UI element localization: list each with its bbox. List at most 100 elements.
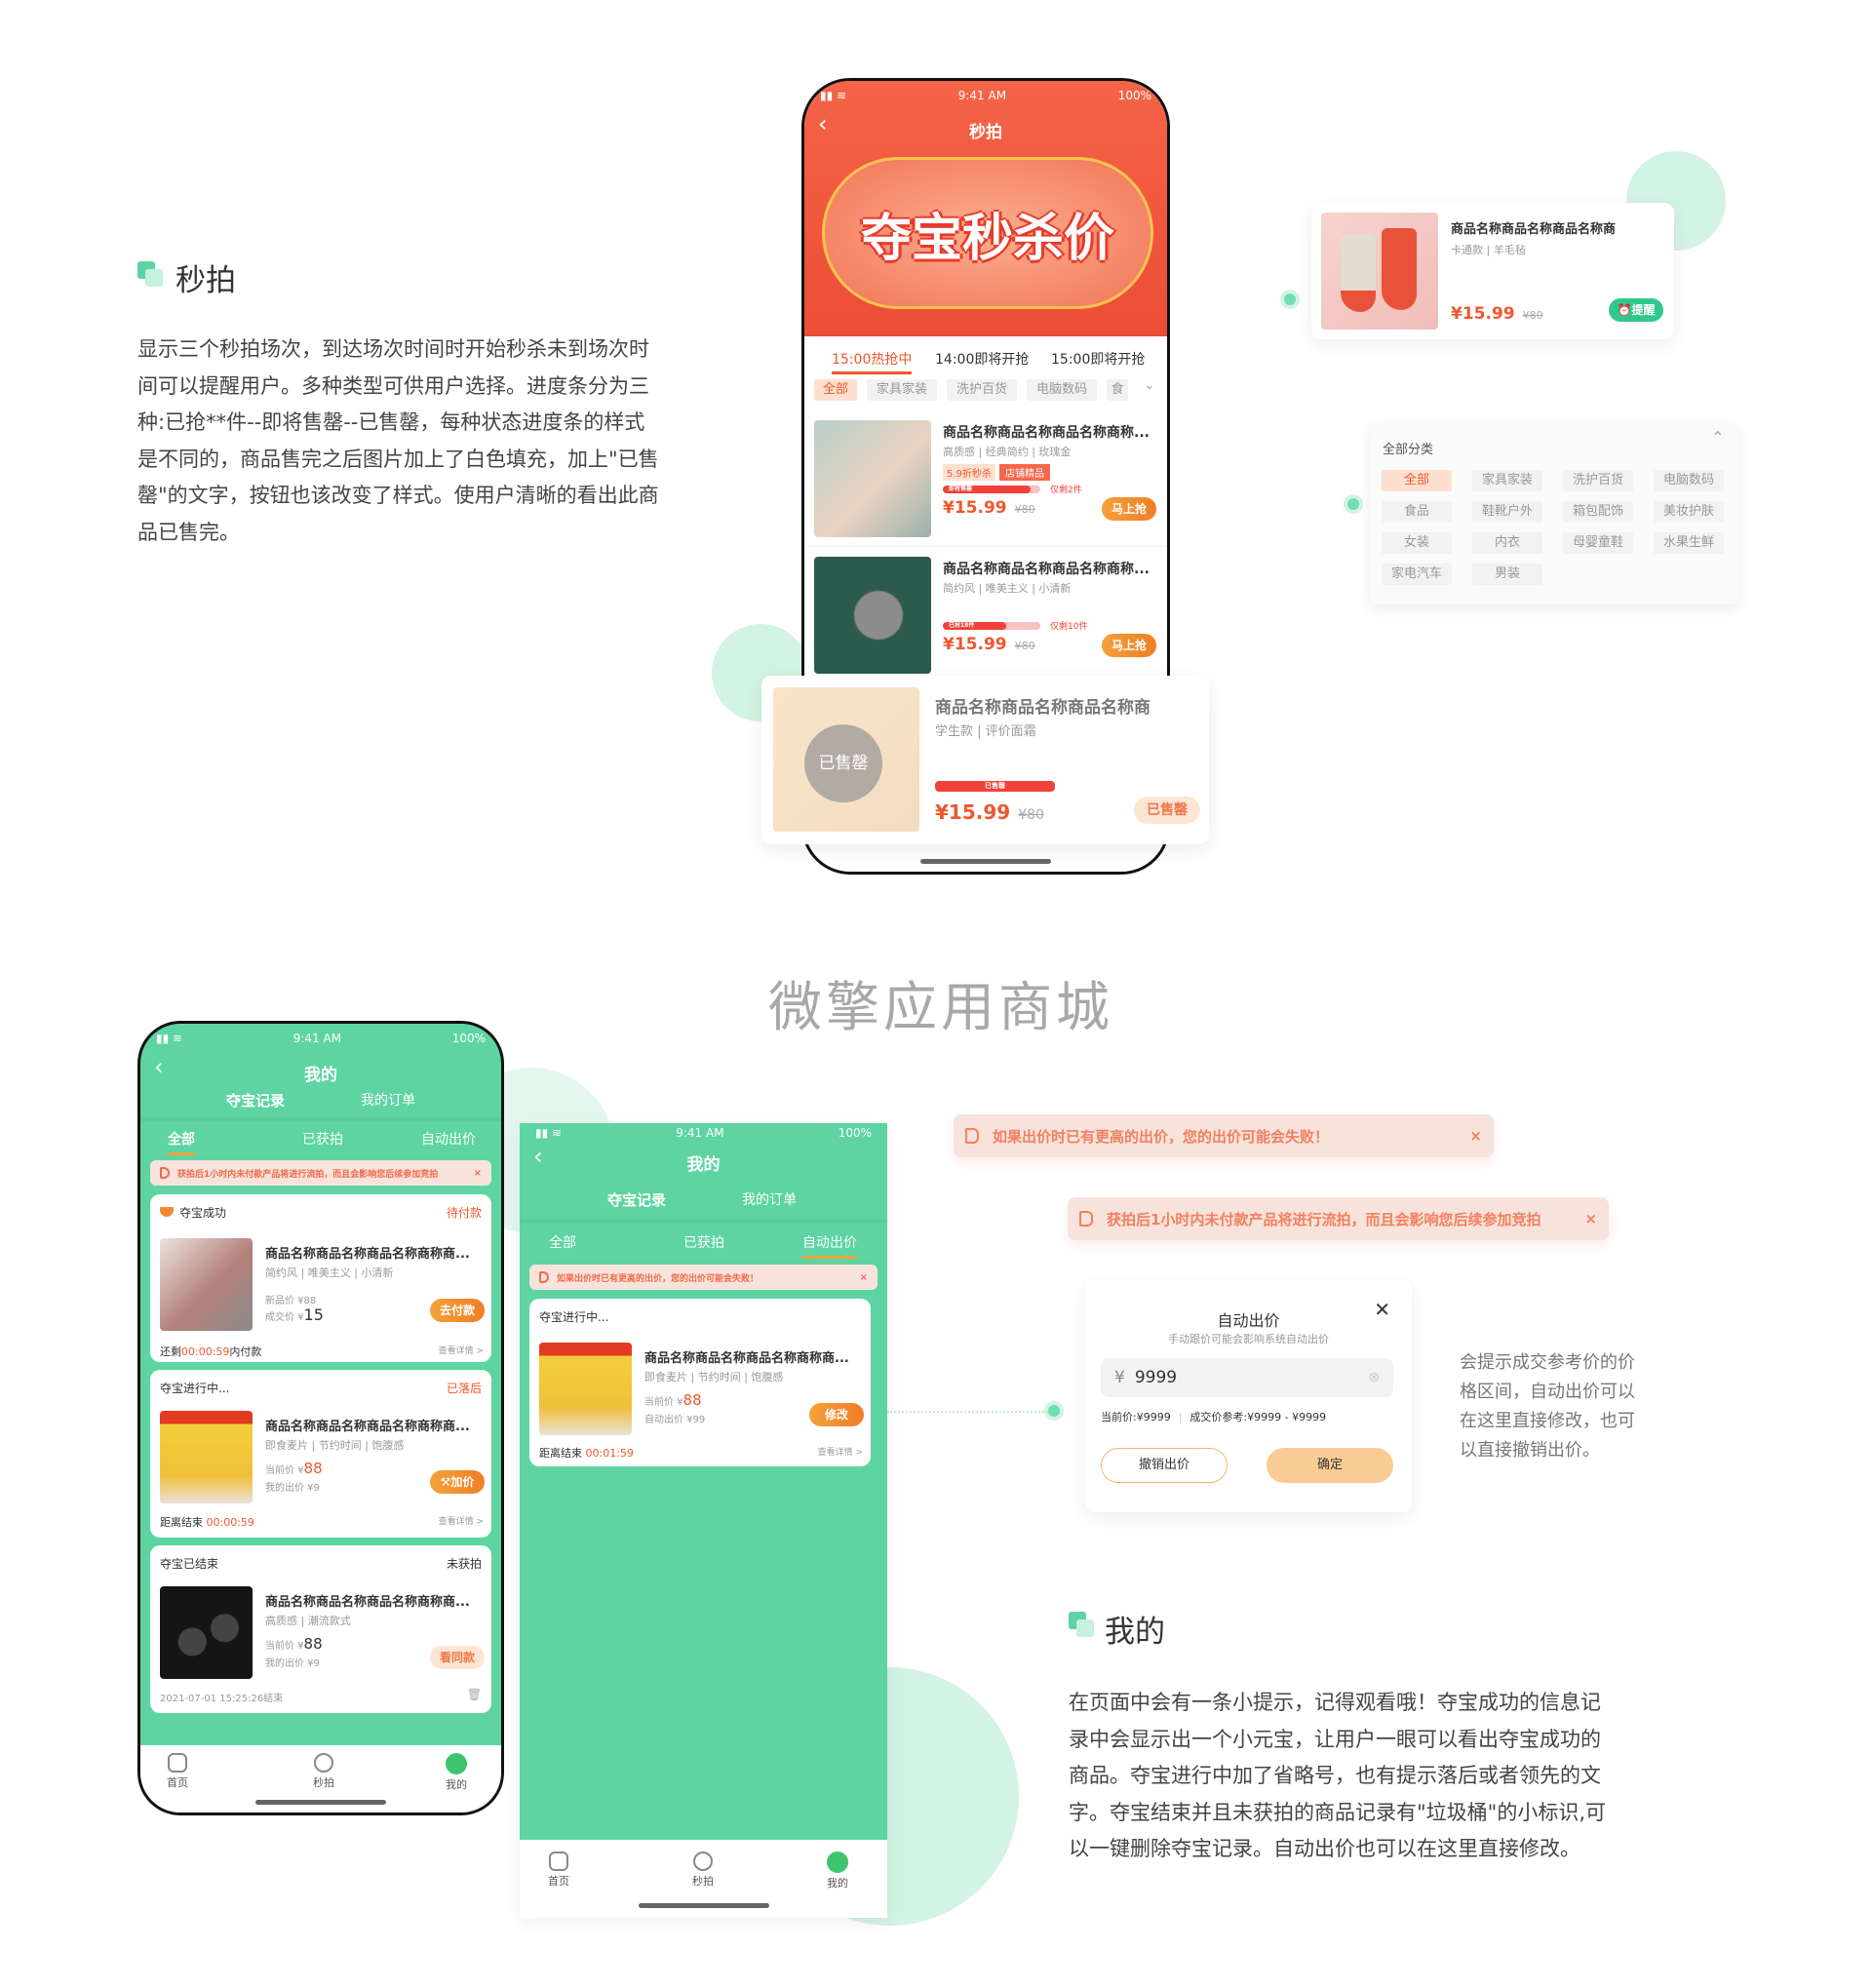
category-option[interactable]: 女装	[1382, 532, 1452, 554]
category-chip[interactable]: 食	[1107, 379, 1128, 401]
smile-icon	[446, 1753, 467, 1774]
session-tab[interactable]: 15:00热抢中	[832, 349, 913, 374]
product-tags: 卡通款 | 羊毛毡	[1451, 244, 1526, 256]
view-detail-link[interactable]: 查看详情 >	[818, 1445, 863, 1458]
category-chip[interactable]: 电脑数码	[1027, 379, 1097, 401]
modify-button[interactable]: 修改	[809, 1403, 864, 1426]
sub-tab-auto-bid[interactable]: 自动出价	[802, 1232, 857, 1259]
tab-home[interactable]: 首页	[148, 1753, 207, 1790]
price: ¥15.99 ¥80	[943, 498, 1035, 518]
product-image[interactable]	[160, 1586, 253, 1679]
discount-badge: 5.9折秒杀	[943, 464, 995, 481]
sub-tab-all[interactable]: 全部	[549, 1232, 576, 1252]
product-image[interactable]: 已售罄	[773, 687, 919, 832]
close-icon[interactable]: ×	[474, 1168, 482, 1179]
category-panel: 全部分类 ⌃ 全部 家具家装 洗护百货 电脑数码 食品 鞋靴户外 箱包配饰 美妆护肤 女装 内衣母…	[1370, 424, 1738, 604]
tab-flash[interactable]: 秒拍	[294, 1753, 353, 1790]
alarm-icon: ⏰	[1617, 303, 1632, 317]
raise-bid-button[interactable]: ⚒加价	[430, 1470, 485, 1494]
product-name: 商品名称商品名称商品名称商	[935, 698, 1150, 718]
category-option[interactable]: 内衣	[1472, 532, 1542, 554]
product-image[interactable]	[160, 1238, 253, 1331]
sub-tab-auto-bid[interactable]: 自动出价	[421, 1129, 476, 1149]
product-image[interactable]	[1321, 213, 1438, 330]
category-option[interactable]: 母婴童鞋	[1563, 532, 1633, 554]
category-chip[interactable]: 全部	[814, 379, 857, 401]
session-tab[interactable]: 14:00即将开抢	[935, 349, 1029, 369]
close-icon[interactable]: ✕	[1374, 1298, 1390, 1321]
banner[interactable]: 夺宝秒杀价	[822, 157, 1153, 309]
product-name[interactable]: 商品名称商品名称商品名称商称...	[943, 559, 1150, 578]
top-tab-records[interactable]: 夺宝记录	[226, 1090, 285, 1111]
top-tab-records[interactable]: 夺宝记录	[607, 1189, 666, 1210]
product-name[interactable]: 商品名称商品名称商品名称商称商...	[644, 1347, 849, 1366]
original-price: ¥80	[1014, 640, 1035, 652]
product-image[interactable]	[814, 557, 931, 674]
product-image[interactable]	[814, 420, 931, 537]
price: ¥15.99 ¥80	[1451, 304, 1543, 324]
new-price: 新品价 ¥88	[265, 1296, 317, 1306]
top-tab-orders[interactable]: 我的订单	[361, 1090, 415, 1110]
category-chip[interactable]: 洗护百货	[947, 379, 1017, 401]
confirm-button[interactable]: 确定	[1267, 1448, 1393, 1483]
close-icon[interactable]: ×	[1584, 1210, 1597, 1228]
grab-button[interactable]: 马上抢	[1102, 497, 1156, 521]
category-option[interactable]: 美妆护肤	[1654, 501, 1724, 523]
sub-tab-won[interactable]: 已获拍	[302, 1129, 343, 1149]
close-icon[interactable]: ×	[1469, 1127, 1482, 1145]
cancel-bid-button[interactable]: 撤销出价	[1101, 1448, 1228, 1483]
category-option[interactable]: 电脑数码	[1654, 470, 1724, 491]
category-option[interactable]: 全部	[1382, 470, 1452, 491]
signal-icon: ▮▮ ≋	[535, 1126, 563, 1140]
category-option[interactable]: 家电汽车	[1382, 564, 1452, 585]
grab-button[interactable]: 马上抢	[1102, 634, 1156, 657]
category-option[interactable]: 家具家装	[1472, 470, 1542, 491]
close-icon[interactable]: ×	[860, 1272, 868, 1283]
category-chip[interactable]: 家具家装	[867, 379, 937, 401]
product-name[interactable]: 商品名称商品名称商品名称商称...	[943, 422, 1150, 442]
product-tags: 高质感 | 经典简约 | 玫瑰金	[943, 446, 1072, 458]
sub-tab-all[interactable]: 全部	[168, 1129, 195, 1155]
section-icon	[137, 261, 163, 287]
record-card: 夺宝进行中... 已落后 商品名称商品名称商品名称商称商... 即食麦片 | 节约…	[150, 1370, 491, 1538]
product-tags: 高质感 | 潮流款式	[265, 1615, 351, 1627]
product-tags: 学生款 | 评价面霜	[935, 724, 1036, 739]
product-name[interactable]: 商品名称商品名称商品名称商称商...	[265, 1591, 470, 1610]
status-bar: ▮▮ ≋ 9:41 AM 100%	[535, 1126, 872, 1140]
section-title: 秒拍	[176, 263, 236, 298]
category-option[interactable]: 水果生鲜	[1654, 532, 1724, 554]
category-option[interactable]: 洗护百货	[1563, 470, 1633, 491]
product-name[interactable]: 商品名称商品名称商品名称商	[1451, 218, 1616, 237]
pay-button[interactable]: 去付款	[430, 1299, 485, 1322]
tab-home[interactable]: 首页	[529, 1852, 588, 1889]
tab-flash[interactable]: 秒拍	[674, 1852, 732, 1889]
collapse-chevron-icon[interactable]: ⌃	[1711, 428, 1724, 447]
view-detail-link[interactable]: 查看详情 >	[439, 1514, 484, 1527]
product-tags: 简约风 | 唯美主义 | 小清新	[943, 582, 1072, 595]
nav-title: 我的	[304, 1066, 337, 1085]
category-option[interactable]: 箱包配饰	[1563, 501, 1633, 523]
expand-chevron-icon[interactable]: ⌄	[1144, 377, 1155, 393]
clear-icon[interactable]: ⊗	[1368, 1370, 1380, 1385]
tab-mine[interactable]: 我的	[427, 1753, 486, 1792]
record-state: 待付款	[446, 1206, 482, 1220]
connector-dot	[1347, 498, 1359, 510]
session-tab[interactable]: 15:00即将开抢	[1051, 349, 1145, 369]
product-image[interactable]	[160, 1411, 253, 1503]
view-detail-link[interactable]: 查看详情 >	[439, 1344, 484, 1356]
dialog-note: 会提示成交参考价的价格区间，自动出价可以在这里直接修改，也可以直接撤销出价。	[1460, 1352, 1635, 1461]
trash-icon[interactable]: 🗑	[467, 1688, 482, 1701]
top-tab-orders[interactable]: 我的订单	[742, 1189, 797, 1209]
category-option[interactable]: 食品	[1382, 501, 1452, 523]
product-image[interactable]	[539, 1343, 632, 1435]
category-option[interactable]: 男装	[1472, 564, 1542, 585]
similar-button[interactable]: 看同款	[430, 1646, 485, 1669]
sub-tab-won[interactable]: 已获拍	[683, 1232, 724, 1252]
remind-button[interactable]: ⏰提醒	[1609, 298, 1663, 322]
category-option[interactable]: 鞋靴户外	[1472, 501, 1542, 523]
product-name[interactable]: 商品名称商品名称商品名称商称商...	[265, 1243, 470, 1262]
product-name[interactable]: 商品名称商品名称商品名称商称商...	[265, 1416, 470, 1434]
divider	[520, 1219, 887, 1223]
tab-mine[interactable]: 我的	[808, 1852, 867, 1891]
bid-input[interactable]: ¥9999 ⊗	[1101, 1358, 1393, 1397]
